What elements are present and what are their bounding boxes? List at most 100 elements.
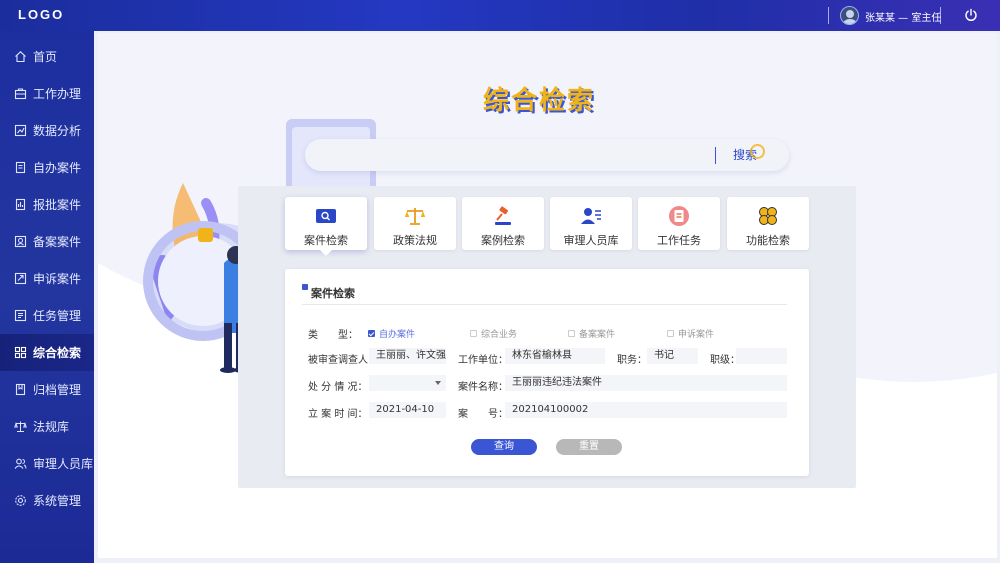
sidebar-item-label: 法规库 xyxy=(33,420,70,434)
search-panel: 案件检索 政策法规 案例检索 审理人员库 工作任务 功能检索 案件检索 类 型：… xyxy=(238,186,856,488)
checkbox-self-cases[interactable]: 自办案件 xyxy=(368,327,415,340)
sidebar-item-label: 自办案件 xyxy=(33,161,82,175)
report-icon xyxy=(14,198,27,211)
archive-icon xyxy=(14,383,27,396)
sidebar-item-label: 首页 xyxy=(33,50,58,64)
grid-icon xyxy=(14,346,27,359)
subject-label: 被审查调查人： xyxy=(308,355,378,366)
divider xyxy=(302,304,787,305)
disposal-select[interactable] xyxy=(369,375,446,391)
checkbox-appeal-cases[interactable]: 申诉案件 xyxy=(667,327,714,340)
user-name[interactable]: 张某某 — 室主任 xyxy=(865,9,941,24)
unit-label: 工作单位： xyxy=(458,355,508,366)
tab-label: 审理人员库 xyxy=(563,234,619,247)
tab-label: 案件检索 xyxy=(304,234,348,247)
page-title: 综合检索 xyxy=(483,86,596,116)
tab-label: 功能检索 xyxy=(746,234,790,247)
sidebar-item-regulations[interactable]: 法规库 xyxy=(0,408,94,445)
avatar[interactable] xyxy=(840,6,859,25)
sidebar-item-label: 申诉案件 xyxy=(33,272,82,286)
sidebar-item-work[interactable]: 工作办理 xyxy=(0,75,94,112)
sidebar-item-self-cases[interactable]: 自办案件 xyxy=(0,149,94,186)
tab-case-search[interactable]: 案件检索 xyxy=(285,197,367,256)
case-search-icon xyxy=(316,209,336,223)
sidebar-item-label: 综合检索 xyxy=(33,346,82,360)
top-bar: LOGO 张某某 — 室主任 xyxy=(0,0,1000,31)
home-icon xyxy=(14,50,27,63)
checkbox-general-business[interactable]: 综合业务 xyxy=(470,327,517,340)
case-search-form: 案件检索 类 型： 自办案件 综合业务 备案案件 申诉案件 被审查调查人： 王丽… xyxy=(285,269,809,476)
header-divider xyxy=(940,7,941,24)
rank-field[interactable] xyxy=(736,348,787,364)
sidebar-item-system[interactable]: 系统管理 xyxy=(0,482,94,519)
sidebar-item-label: 任务管理 xyxy=(33,309,82,323)
tab-reviewers[interactable]: 审理人员库 xyxy=(550,197,632,250)
person-card-icon xyxy=(581,208,601,224)
tab-case-law[interactable]: 案例检索 xyxy=(462,197,544,250)
search-input[interactable] xyxy=(319,145,709,165)
people-icon xyxy=(14,457,27,470)
record-icon xyxy=(14,235,27,248)
sidebar-item-label: 归档管理 xyxy=(33,383,82,397)
query-button[interactable]: 查询 xyxy=(471,439,537,455)
sidebar-item-home[interactable]: 首页 xyxy=(0,38,94,75)
document-icon xyxy=(14,161,27,174)
search-divider xyxy=(715,147,716,164)
tab-work-tasks[interactable]: 工作任务 xyxy=(638,197,720,250)
tab-policy[interactable]: 政策法规 xyxy=(374,197,456,250)
date-label: 立 案 时 间： xyxy=(308,409,368,420)
search-button[interactable]: 搜索 xyxy=(733,144,765,164)
sidebar-item-label: 系统管理 xyxy=(33,494,82,508)
sidebar-item-reviewers[interactable]: 审理人员库 xyxy=(0,445,94,482)
appeal-icon xyxy=(14,272,27,285)
subject-field[interactable]: 王丽丽、许文强 xyxy=(369,348,446,364)
search-bar: 搜索 xyxy=(305,139,789,171)
date-field[interactable]: 2021-04-10 xyxy=(369,402,446,418)
header-divider xyxy=(828,7,829,24)
reset-button[interactable]: 重置 xyxy=(556,439,622,455)
main-content: 综合检索 搜索 案件检索 政策法规 案例检索 审理人员库 工作任务 功能检索 案… xyxy=(98,33,997,558)
unit-field[interactable]: 林东省榆林县 xyxy=(505,348,605,364)
case-name-field[interactable]: 王丽丽违纪违法案件 xyxy=(505,375,787,391)
chevron-down-icon xyxy=(435,381,441,385)
sidebar-item-record-cases[interactable]: 备案案件 xyxy=(0,223,94,260)
logo: LOGO xyxy=(18,7,65,22)
disposal-label: 处 分 情 况： xyxy=(308,382,368,393)
gavel-icon xyxy=(495,206,511,225)
duty-field[interactable]: 书记 xyxy=(647,348,698,364)
sidebar-item-label: 工作办理 xyxy=(33,87,82,101)
sidebar-item-tasks[interactable]: 任务管理 xyxy=(0,297,94,334)
search-icon xyxy=(750,144,765,159)
section-icon xyxy=(302,284,308,290)
type-label: 类 型： xyxy=(308,330,358,341)
chart-icon xyxy=(14,124,27,137)
sidebar-item-label: 数据分析 xyxy=(33,124,82,138)
sidebar-item-appeal-cases[interactable]: 申诉案件 xyxy=(0,260,94,297)
clover-icon xyxy=(759,207,777,225)
sidebar-item-label: 审理人员库 xyxy=(33,457,94,471)
case-no-field[interactable]: 202104100002 xyxy=(505,402,787,418)
sidebar-item-search[interactable]: 综合检索 xyxy=(0,334,94,371)
sidebar-item-label: 报批案件 xyxy=(33,198,82,212)
tab-label: 政策法规 xyxy=(393,234,437,247)
task-icon xyxy=(14,309,27,322)
settings-icon xyxy=(14,494,27,507)
form-title: 案件检索 xyxy=(311,287,355,300)
case-no-label: 案 号： xyxy=(458,409,508,420)
tab-function-search[interactable]: 功能检索 xyxy=(727,197,809,250)
sidebar: 首页 工作办理 数据分析 自办案件 报批案件 备案案件 申诉案件 任务管理 综合… xyxy=(0,31,94,563)
sidebar-item-label: 备案案件 xyxy=(33,235,82,249)
power-icon[interactable] xyxy=(964,8,978,22)
tab-label: 工作任务 xyxy=(657,234,701,247)
sidebar-item-analysis[interactable]: 数据分析 xyxy=(0,112,94,149)
clipboard-icon xyxy=(669,206,689,226)
briefcase-icon xyxy=(14,87,27,100)
duty-label: 职务： xyxy=(617,355,647,366)
scales-icon xyxy=(14,420,27,433)
sidebar-item-report-cases[interactable]: 报批案件 xyxy=(0,186,94,223)
sidebar-item-archive[interactable]: 归档管理 xyxy=(0,371,94,408)
case-name-label: 案件名称： xyxy=(458,382,508,393)
checkbox-record-cases[interactable]: 备案案件 xyxy=(568,327,615,340)
tab-label: 案例检索 xyxy=(481,234,525,247)
scales-icon xyxy=(404,208,426,225)
